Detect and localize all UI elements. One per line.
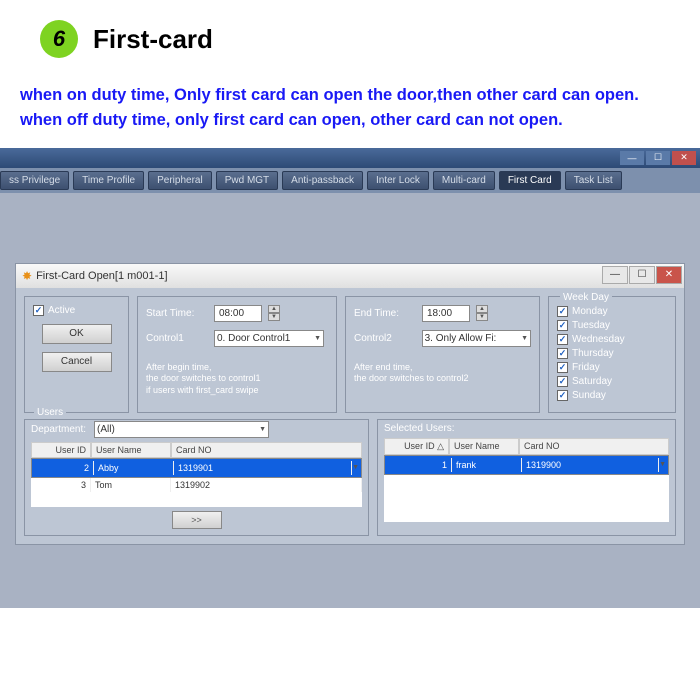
tab-multi-card[interactable]: Multi-card — [433, 171, 495, 190]
scol-username[interactable]: User Name — [449, 438, 519, 455]
maximize-button[interactable]: ☐ — [646, 151, 670, 165]
tab-bar: ss PrivilegeTime ProfilePeripheralPwd MG… — [0, 168, 700, 193]
scol-cardno[interactable]: Card NO — [519, 438, 669, 455]
start-time-label: Start Time: — [146, 308, 208, 319]
weekday-thursday[interactable]: ✓Thursday — [557, 348, 667, 359]
users-table[interactable]: User ID User Name Card NO 2Abby13199013T… — [31, 442, 362, 507]
ok-button[interactable]: OK — [42, 324, 112, 344]
table-row[interactable]: 2Abby1319901 — [31, 458, 362, 478]
checkbox-icon: ✓ — [557, 334, 568, 345]
control1-label: Control1 — [146, 333, 208, 344]
start-time-spinner[interactable]: ▲▼ — [268, 305, 280, 321]
page-title: First-card — [93, 24, 213, 55]
col-username[interactable]: User Name — [91, 442, 171, 458]
tab-inter-lock[interactable]: Inter Lock — [367, 171, 429, 190]
department-select[interactable]: (All) — [94, 421, 269, 438]
dialog-minimize-button[interactable]: — — [602, 266, 628, 284]
dialog-close-button[interactable]: ✕ — [656, 266, 682, 284]
checkbox-icon: ✓ — [33, 305, 44, 316]
active-label: Active — [48, 305, 75, 316]
note1-text: After begin time,the door switches to co… — [146, 362, 328, 397]
minimize-button[interactable]: — — [620, 151, 644, 165]
end-time-spinner[interactable]: ▲▼ — [476, 305, 488, 321]
tab-first-card[interactable]: First Card — [499, 171, 561, 190]
move-right-button[interactable]: >> — [172, 511, 222, 529]
dialog-title: First-Card Open[1 m001-1] — [36, 270, 167, 282]
tab-anti-passback[interactable]: Anti-passback — [282, 171, 363, 190]
users-fieldset-title: Users — [34, 407, 66, 418]
step-number-badge: 6 — [40, 20, 78, 58]
weekday-wednesday[interactable]: ✓Wednesday — [557, 334, 667, 345]
tab-pwd-mgt[interactable]: Pwd MGT — [216, 171, 278, 190]
weekday-sunday[interactable]: ✓Sunday — [557, 390, 667, 401]
app-titlebar: — ☐ ✕ — [0, 148, 700, 168]
scol-userid[interactable]: User ID △ — [384, 438, 449, 455]
weekday-monday[interactable]: ✓Monday — [557, 306, 667, 317]
selected-users-label: Selected Users: — [384, 420, 669, 434]
checkbox-icon: ✓ — [557, 306, 568, 317]
dialog-maximize-button[interactable]: ☐ — [629, 266, 655, 284]
first-card-dialog: ✸ First-Card Open[1 m001-1] — ☐ ✕ ✓ Acti… — [15, 263, 685, 545]
department-label: Department: — [31, 424, 86, 435]
col-userid[interactable]: User ID — [31, 442, 91, 458]
checkbox-icon: ✓ — [557, 320, 568, 331]
end-time-label: End Time: — [354, 308, 416, 319]
description-text: when on duty time, Only first card can o… — [20, 83, 680, 133]
weekday-saturday[interactable]: ✓Saturday — [557, 376, 667, 387]
checkbox-icon: ✓ — [557, 362, 568, 373]
weekday-tuesday[interactable]: ✓Tuesday — [557, 320, 667, 331]
note2-text: After end time,the door switches to cont… — [354, 362, 531, 385]
close-button[interactable]: ✕ — [672, 151, 696, 165]
dialog-titlebar: ✸ First-Card Open[1 m001-1] — ☐ ✕ — [16, 264, 684, 288]
tab-ss-privilege[interactable]: ss Privilege — [0, 171, 69, 190]
control2-label: Control2 — [354, 333, 416, 344]
col-cardno[interactable]: Card NO — [171, 442, 362, 458]
end-time-input[interactable]: 18:00 — [422, 305, 470, 322]
active-checkbox[interactable]: ✓ Active — [33, 305, 120, 316]
checkbox-icon: ✓ — [557, 348, 568, 359]
start-time-input[interactable]: 08:00 — [214, 305, 262, 322]
control1-select[interactable]: 0. Door Control1 — [214, 330, 324, 347]
checkbox-icon: ✓ — [557, 376, 568, 387]
selected-users-table[interactable]: User ID △ User Name Card NO 1frank131990… — [384, 438, 669, 522]
cancel-button[interactable]: Cancel — [42, 352, 112, 372]
dialog-icon: ✸ — [22, 269, 32, 283]
checkbox-icon: ✓ — [557, 390, 568, 401]
control2-select[interactable]: 3. Only Allow Fi: — [422, 330, 531, 347]
weekday-friday[interactable]: ✓Friday — [557, 362, 667, 373]
weekday-fieldset-title: Week Day — [560, 292, 612, 303]
tab-time-profile[interactable]: Time Profile — [73, 171, 144, 190]
table-row[interactable]: 3Tom1319902 — [31, 478, 362, 492]
table-row[interactable]: 1frank1319900 — [384, 455, 669, 475]
tab-task-list[interactable]: Task List — [565, 171, 622, 190]
tab-peripheral[interactable]: Peripheral — [148, 171, 212, 190]
